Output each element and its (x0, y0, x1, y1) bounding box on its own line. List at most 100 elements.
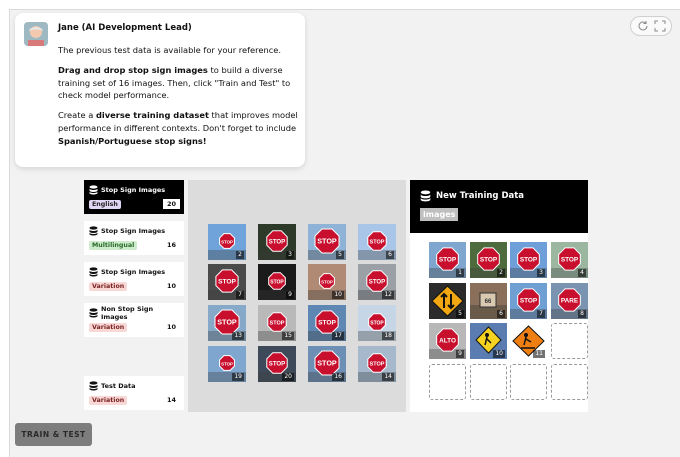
message-text: Create a (58, 110, 96, 121)
pool-image[interactable]: STOP 15 (258, 305, 296, 341)
svg-text:STOP: STOP (270, 280, 284, 286)
svg-text:STOP: STOP (221, 240, 233, 245)
svg-text:STOP: STOP (369, 279, 385, 286)
refresh-icon[interactable] (637, 20, 649, 32)
category-variation[interactable]: Stop Sign Images Variation 10 (84, 262, 184, 296)
image-number: 5 (456, 310, 464, 318)
category-title: Non Stop Sign Images (101, 305, 154, 321)
empty-drop-slot[interactable] (510, 364, 547, 400)
pool-image[interactable]: STOP 13 (208, 305, 246, 341)
pool-image[interactable]: STOP 6 (358, 224, 396, 260)
image-number: 11 (533, 350, 545, 358)
training-image[interactable]: STOP 3 (510, 242, 547, 278)
empty-drop-slot[interactable] (429, 364, 466, 400)
svg-text:STOP: STOP (318, 320, 336, 327)
message-body: The previous test data is available for … (58, 44, 298, 155)
pool-image[interactable]: STOP 9 (258, 264, 296, 300)
pool-image[interactable]: STOP 20 (258, 346, 296, 382)
image-number: 19 (232, 373, 244, 381)
database-icon (89, 308, 98, 318)
pool-image[interactable]: STOP 2 (208, 224, 246, 260)
database-icon (89, 226, 98, 236)
category-tag: Variation (89, 395, 128, 405)
empty-drop-slot[interactable] (551, 323, 588, 359)
image-number: 2 (497, 269, 505, 277)
category-english[interactable]: Stop Sign Images English 20 (84, 180, 184, 214)
image-number: 9 (286, 291, 294, 299)
train-and-test-button[interactable]: TRAIN & TEST (15, 423, 92, 446)
pool-image[interactable]: STOP 19 (208, 346, 246, 382)
training-image[interactable]: 66 6 (470, 283, 507, 319)
category-multilingual[interactable]: Stop Sign Images Multilingual 16 (84, 221, 184, 255)
chat-message-card: Jane (AI Development Lead) The previous … (15, 13, 305, 167)
category-title: Stop Sign Images (101, 268, 166, 276)
svg-text:PARE: PARE (561, 297, 579, 304)
svg-text:STOP: STOP (221, 362, 233, 367)
expand-icon[interactable] (654, 20, 666, 32)
image-number: 7 (537, 310, 545, 318)
image-number: 17 (332, 332, 344, 340)
image-number: 10 (493, 350, 505, 358)
training-image[interactable]: 5 (429, 283, 466, 319)
svg-text:STOP: STOP (439, 256, 457, 263)
svg-text:STOP: STOP (520, 297, 538, 304)
category-count: 10 (162, 322, 180, 332)
pool-image[interactable]: STOP 17 (308, 305, 346, 341)
svg-text:STOP: STOP (269, 361, 285, 368)
training-header: New Training Data images (410, 180, 588, 233)
training-image[interactable]: PARE 8 (551, 283, 588, 319)
database-icon (89, 267, 98, 277)
category-count: 10 (162, 281, 180, 291)
message-bold: Spanish/Portuguese stop signs! (58, 135, 207, 146)
category-count: 20 (162, 199, 180, 209)
pool-image[interactable]: STOP 12 (358, 264, 396, 300)
message-paragraph: Drag and drop stop sign images to build … (58, 64, 298, 102)
category-title: Stop Sign Images (101, 227, 166, 235)
training-image[interactable]: STOP 1 (429, 242, 466, 278)
image-number: 9 (456, 350, 464, 358)
svg-text:STOP: STOP (317, 359, 337, 368)
training-panel: New Training Data images STOP 1 STOP 2 STOP 3… (410, 180, 588, 412)
image-number: 3 (286, 251, 294, 259)
empty-drop-slot[interactable] (551, 364, 588, 400)
image-number: 15 (282, 332, 294, 340)
image-number: 4 (578, 269, 586, 277)
training-image[interactable]: STOP 7 (510, 283, 547, 319)
empty-drop-slot[interactable] (470, 364, 507, 400)
pool-image[interactable]: STOP 7 (208, 264, 246, 300)
svg-text:STOP: STOP (370, 240, 385, 246)
sender-name: Jane (AI Development Lead) (58, 23, 192, 33)
pool-image[interactable]: STOP 14 (358, 346, 396, 382)
category-tag: Multilingual (89, 240, 138, 250)
training-image[interactable]: STOP 2 (470, 242, 507, 278)
svg-text:ALTO: ALTO (439, 337, 456, 344)
image-number: 5 (336, 251, 344, 259)
image-number: 6 (497, 310, 505, 318)
pool-image[interactable]: STOP 3 (258, 224, 296, 260)
image-number: 3 (537, 269, 545, 277)
pool-image[interactable]: STOP 16 (308, 346, 346, 382)
database-icon (89, 381, 98, 391)
avatar (24, 22, 48, 46)
category-tag: Variation (89, 281, 128, 291)
pool-image[interactable]: STOP 5 (308, 224, 346, 260)
pool-image[interactable]: STOP 10 (308, 264, 346, 300)
training-image[interactable]: 11 (510, 323, 547, 359)
training-image[interactable]: ALTO 9 (429, 323, 466, 359)
category-test-data[interactable]: Test Data Variation 14 (84, 376, 184, 410)
image-number: 8 (578, 310, 586, 318)
training-image[interactable]: STOP 4 (551, 242, 588, 278)
image-number: 20 (282, 373, 294, 381)
training-image[interactable]: 10 (470, 323, 507, 359)
category-count: 16 (162, 240, 180, 250)
category-title: Test Data (101, 382, 136, 390)
category-non-stop[interactable]: Non Stop Sign Images Variation 10 (84, 303, 184, 337)
database-icon (420, 190, 431, 202)
message-paragraph: Create a diverse training dataset that i… (58, 109, 298, 147)
image-number: 6 (386, 251, 394, 259)
image-number: 7 (236, 291, 244, 299)
pool-image[interactable]: STOP 18 (358, 305, 396, 341)
image-number: 13 (232, 332, 244, 340)
image-number: 14 (382, 373, 394, 381)
category-title: Stop Sign Images (101, 186, 166, 194)
